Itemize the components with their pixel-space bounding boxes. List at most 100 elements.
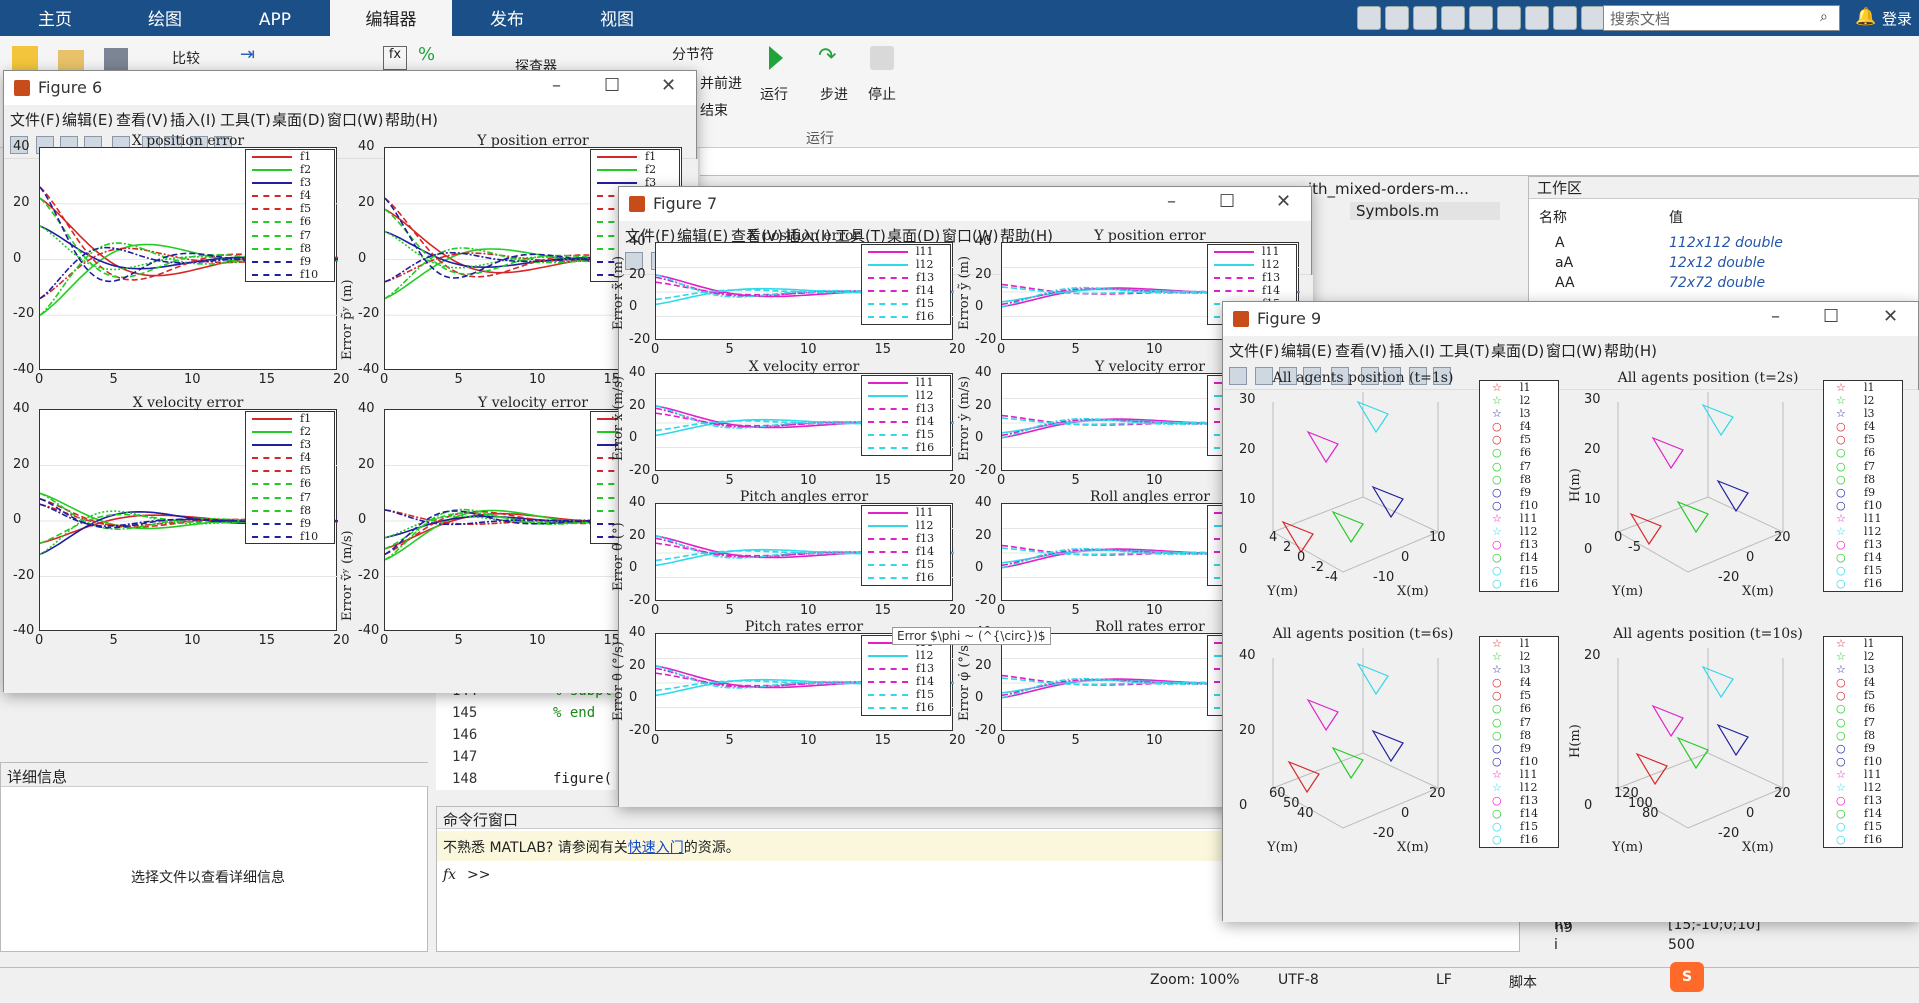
series-line xyxy=(1306,430,1339,464)
ime-icon[interactable]: S xyxy=(1670,962,1704,992)
close-icon[interactable]: ✕ xyxy=(1276,191,1291,212)
figure-7-window[interactable]: Figure 7 – ☐ ✕ 文件(F) 编辑(E) 查看(V) 插入(I) 工具(T) 桌面… xyxy=(611,186,1313,807)
toolbar-tool-icon[interactable] xyxy=(1229,367,1247,385)
stop-button[interactable]: 停止 xyxy=(868,84,896,104)
close-icon[interactable]: ✕ xyxy=(1883,306,1898,327)
menu-item[interactable]: 插入(I) xyxy=(170,109,216,130)
stop-icon[interactable] xyxy=(870,46,894,70)
legend-label: f14 xyxy=(916,675,935,689)
menu-item[interactable]: 查看(V) xyxy=(116,109,168,130)
legend-entry: ☆ l1 xyxy=(1480,637,1558,650)
x-tick-label: 10 xyxy=(184,372,201,387)
notification-icon[interactable]: 🔔 xyxy=(1855,7,1876,27)
help-icon[interactable] xyxy=(1553,6,1577,30)
switch-windows-icon[interactable] xyxy=(1525,6,1549,30)
minimize-icon[interactable]: – xyxy=(552,75,561,96)
col-value[interactable]: 值 xyxy=(1669,207,1683,227)
var-name[interactable]: AA xyxy=(1555,275,1575,291)
plot-legend: ☆ l1 ☆ l2 ☆ l3 ○ f4 ○ f5 ○ f6 ○ f7 ○ f8 ○ f9 ○ f10 ☆ l11 ☆ l12 ○… xyxy=(1823,380,1903,592)
legend-entry: l12 xyxy=(1208,258,1296,271)
legend-label: f10 xyxy=(1520,754,1539,768)
menu-item[interactable]: 帮助(H) xyxy=(1604,340,1657,361)
redo-icon[interactable] xyxy=(1497,6,1521,30)
step-button[interactable]: 步进 xyxy=(820,84,848,104)
menu-item[interactable]: 桌面(D) xyxy=(1491,340,1544,361)
menu-item[interactable]: 编辑(E) xyxy=(1281,340,1332,361)
command-prompt[interactable]: >> xyxy=(467,867,490,883)
fx-icon[interactable]: fx xyxy=(383,46,407,70)
window-titlebar[interactable]: Figure 7 – ☐ ✕ xyxy=(619,187,1311,221)
menu-item[interactable]: 查看(V) xyxy=(1335,340,1387,361)
cut-icon[interactable] xyxy=(1385,6,1409,30)
y-axis-label: Error ṽʸ (m/s) xyxy=(340,530,355,621)
search-input[interactable]: 搜索文档 xyxy=(1603,5,1840,31)
save-icon[interactable] xyxy=(1357,6,1381,30)
open-folder-icon[interactable] xyxy=(58,50,84,72)
col-name[interactable]: 名称 xyxy=(1539,207,1567,227)
go-to-icon[interactable]: ⇥ xyxy=(240,44,266,65)
copy-icon[interactable] xyxy=(1413,6,1437,30)
x-tick-label: 0 xyxy=(997,733,1006,748)
menu-item[interactable]: 桌面(D) xyxy=(272,109,325,130)
maximize-icon[interactable]: ☐ xyxy=(1219,191,1235,212)
undo-icon[interactable] xyxy=(1469,6,1493,30)
minimize-icon[interactable]: – xyxy=(1167,191,1176,212)
menu-item[interactable]: 文件(F) xyxy=(1229,340,1279,361)
x-tick-label: 10 xyxy=(184,633,201,648)
paste-icon[interactable] xyxy=(1441,6,1465,30)
legend-entry: l11 xyxy=(862,245,950,258)
percent-comment-icon[interactable]: % xyxy=(418,44,435,65)
x-tick-label: 20 xyxy=(1774,786,1791,801)
tab-apps[interactable]: APP xyxy=(220,0,330,36)
compare-button[interactable]: 比较 xyxy=(172,48,200,68)
legend-entry: f14 xyxy=(862,545,950,558)
figure-6-window[interactable]: Figure 6 – ☐ ✕ 文件(F) 编辑(E) 查看(V) 插入(I) 工具(T) 桌面… xyxy=(3,70,698,693)
var-name[interactable]: aA xyxy=(1555,255,1573,271)
window-titlebar[interactable]: Figure 9 – ☐ ✕ xyxy=(1223,302,1918,336)
menu-item[interactable]: 窗口(W) xyxy=(1546,340,1603,361)
search-icon[interactable]: ⌕ xyxy=(1820,9,1828,25)
options-icon[interactable] xyxy=(1581,6,1605,30)
var-name[interactable]: i xyxy=(1554,937,1558,953)
new-file-icon[interactable] xyxy=(12,46,38,72)
legend-entry: l12 xyxy=(862,519,950,532)
menu-item[interactable]: 窗口(W) xyxy=(327,109,384,130)
section-break-button[interactable]: 分节符 xyxy=(672,44,714,64)
save-file-icon[interactable] xyxy=(104,48,128,72)
quickstart-link[interactable]: 快速入门 xyxy=(628,840,684,856)
menu-item[interactable]: 工具(T) xyxy=(220,109,271,130)
legend-label: f8 xyxy=(1864,472,1876,486)
legend-label: f6 xyxy=(300,477,312,491)
menu-item[interactable]: 文件(F) xyxy=(10,109,60,130)
run-button[interactable]: 运行 xyxy=(760,84,788,104)
var-name[interactable]: A xyxy=(1555,235,1565,251)
figure-9-window[interactable]: Figure 9 – ☐ ✕ 文件(F) 编辑(E) 查看(V) 插入(I) 工具(T) 桌面… xyxy=(1222,301,1919,922)
run-icon[interactable] xyxy=(769,46,783,70)
tab-publish[interactable]: 发布 xyxy=(452,0,562,36)
menu-item[interactable]: 插入(I) xyxy=(1389,340,1435,361)
menu-item[interactable]: 工具(T) xyxy=(1439,340,1490,361)
window-titlebar[interactable]: Figure 6 – ☐ ✕ xyxy=(4,71,696,105)
login-link[interactable]: 登录 xyxy=(1882,8,1912,29)
legend-entry: ☆ l11 xyxy=(1824,512,1902,525)
menu-item[interactable]: 编辑(E) xyxy=(62,109,113,130)
run-end-button[interactable]: 结束 xyxy=(700,100,728,120)
maximize-icon[interactable]: ☐ xyxy=(1823,306,1839,327)
tab-view[interactable]: 视图 xyxy=(562,0,672,36)
close-icon[interactable]: ✕ xyxy=(661,75,676,96)
tab-home[interactable]: 主页 xyxy=(0,0,110,36)
plot-legend: f1f2f3f4f5f6f7f8f9f10 xyxy=(245,411,335,544)
x-tick-label: 15 xyxy=(874,473,892,488)
tab-plots[interactable]: 绘图 xyxy=(110,0,220,36)
tab-symbols[interactable]: Symbols.m xyxy=(1350,202,1500,220)
x-tick-label: 0 xyxy=(35,372,44,387)
maximize-icon[interactable]: ☐ xyxy=(604,75,620,96)
step-icon[interactable]: ↷ xyxy=(818,44,836,69)
plot-legend: l11l12f13f14f15f16 xyxy=(861,635,951,716)
legend-entry: ○ f6 xyxy=(1480,702,1558,715)
run-advance-button[interactable]: 并前进 xyxy=(700,73,742,93)
menu-item[interactable]: 帮助(H) xyxy=(385,109,438,130)
address-bar[interactable] xyxy=(700,148,1919,176)
minimize-icon[interactable]: – xyxy=(1771,306,1780,327)
tab-editor[interactable]: 编辑器 xyxy=(330,0,452,36)
